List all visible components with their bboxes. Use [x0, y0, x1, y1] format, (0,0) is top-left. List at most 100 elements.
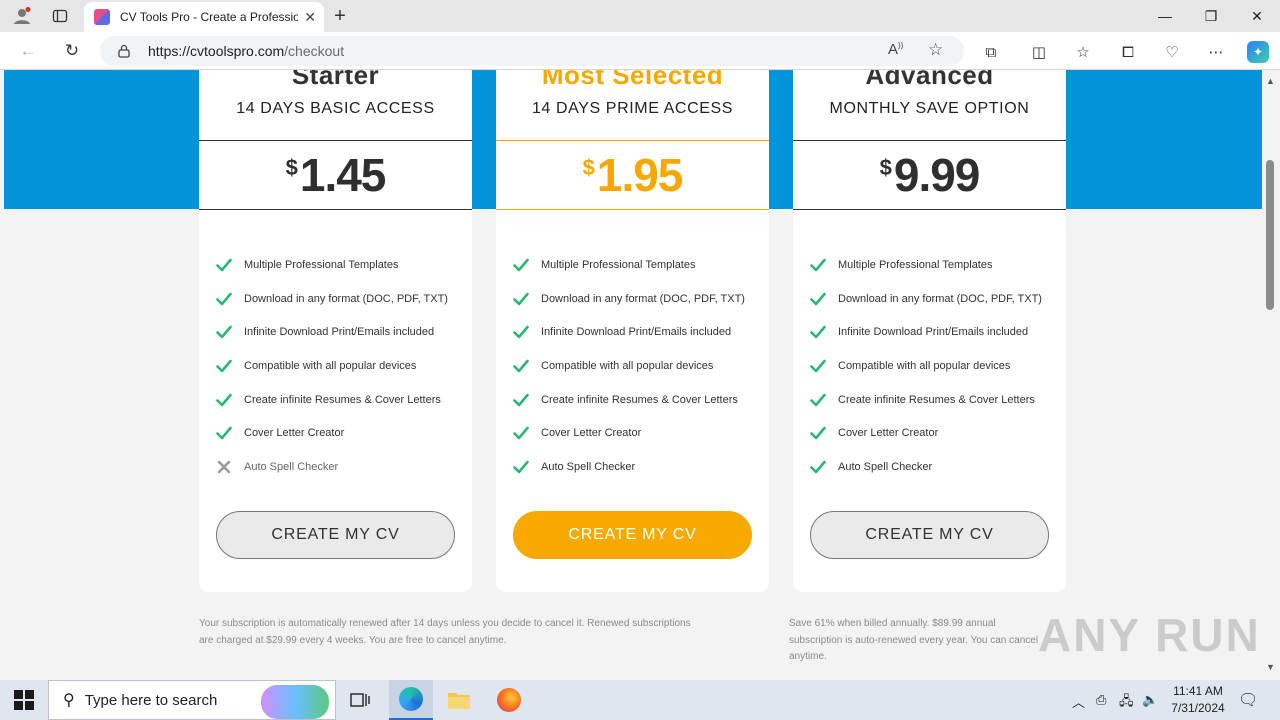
feature-item: Auto Spell Checker: [809, 450, 1042, 484]
feature-text: Infinite Download Print/Emails included: [541, 326, 732, 339]
favorites-icon[interactable]: ☆: [1072, 41, 1094, 63]
feature-item: Multiple Professional Templates: [215, 248, 448, 282]
feature-text: Infinite Download Print/Emails included: [244, 326, 435, 339]
profile-icon[interactable]: [10, 4, 34, 28]
plan-subtitle: 14 DAYS BASIC ACCESS: [236, 100, 435, 117]
annual-footnote: Save 61% when billed annually. $89.99 an…: [789, 618, 1039, 662]
read-aloud-icon[interactable]: A)): [888, 41, 903, 58]
currency-symbol: $: [285, 155, 298, 180]
feature-text: Cover Letter Creator: [838, 427, 939, 440]
plan-price: $ 1.95: [496, 140, 769, 210]
plan-card-advanced: Advanced MONTHLY SAVE OPTION $ 9.99 Mult…: [793, 70, 1066, 592]
lock-icon: [118, 44, 132, 58]
plan-card-starter: Starter 14 DAYS BASIC ACCESS $ 1.45 Mult…: [199, 70, 472, 592]
clock-time: 11:41 AM: [1173, 684, 1223, 698]
feature-text: Create infinite Resumes & Cover Letters: [541, 393, 738, 406]
feature-item: Compatible with all popular devices: [809, 349, 1042, 383]
favorite-star-icon[interactable]: ☆: [928, 40, 943, 60]
meet-now-icon[interactable]: ⎙: [1096, 692, 1106, 708]
windows-start-icon[interactable]: [14, 690, 34, 710]
url-field[interactable]: https://cvtoolspro.com/checkout: [100, 36, 964, 66]
check-icon: [215, 391, 233, 409]
feature-text: Multiple Professional Templates: [541, 258, 696, 271]
anyrun-watermark: ANY RUN: [1038, 609, 1261, 661]
feature-item: Compatible with all popular devices: [512, 349, 745, 383]
tab-cv-tools[interactable]: CV Tools Pro - Create a Profession ✕: [84, 2, 324, 32]
task-view-icon[interactable]: [338, 680, 382, 720]
feature-item: Infinite Download Print/Emails included: [512, 315, 745, 349]
collections-icon[interactable]: ⧠: [1117, 41, 1139, 63]
check-icon: [215, 424, 233, 442]
system-clock[interactable]: 11:41 AM 7/31/2024: [1160, 683, 1236, 717]
feature-item: Multiple Professional Templates: [809, 248, 1042, 282]
feature-text: Cover Letter Creator: [244, 427, 345, 440]
more-menu-icon[interactable]: ⋯: [1205, 41, 1227, 63]
scroll-down-icon[interactable]: ▼: [1266, 662, 1275, 672]
close-tab-icon[interactable]: ✕: [304, 9, 316, 26]
price-amount: 1.95: [596, 149, 684, 201]
check-icon: [512, 391, 530, 409]
browser-tab-bar: CV Tools Pro - Create a Profession ✕ + —…: [0, 0, 1280, 32]
feature-text: Auto Spell Checker: [244, 460, 339, 473]
close-window-icon[interactable]: ✕: [1234, 0, 1280, 32]
browser-essentials-icon[interactable]: ♡: [1161, 41, 1183, 63]
feature-item: Compatible with all popular devices: [215, 349, 448, 383]
feature-text: Multiple Professional Templates: [244, 258, 399, 271]
check-icon: [512, 424, 530, 442]
create-cv-button[interactable]: CREATE MY CV: [216, 511, 455, 559]
copilot-icon[interactable]: ✦: [1247, 41, 1269, 63]
split-screen-icon[interactable]: ◫: [1028, 41, 1050, 63]
notifications-icon[interactable]: 🗨: [1238, 690, 1258, 710]
minimize-icon[interactable]: —: [1142, 0, 1188, 32]
feature-item: Download in any format (DOC, PDF, TXT): [809, 282, 1042, 316]
feature-text: Auto Spell Checker: [838, 460, 933, 473]
currency-symbol: $: [582, 155, 595, 180]
check-icon: [512, 323, 530, 341]
create-cv-button[interactable]: CREATE MY CV: [810, 511, 1049, 559]
volume-icon[interactable]: 🔈: [1142, 692, 1158, 708]
feature-item: Download in any format (DOC, PDF, TXT): [215, 282, 448, 316]
new-tab-icon[interactable]: +: [328, 4, 352, 28]
feature-item: Create infinite Resumes & Cover Letters: [512, 383, 745, 417]
url-host: https://cvtoolspro.com: [148, 43, 285, 59]
feature-text: Create infinite Resumes & Cover Letters: [244, 393, 441, 406]
feature-text: Download in any format (DOC, PDF, TXT): [244, 292, 448, 305]
feature-text: Compatible with all popular devices: [244, 359, 417, 372]
plan-price: $ 1.45: [199, 140, 472, 210]
check-icon: [512, 458, 530, 476]
feature-text: Infinite Download Print/Emails included: [838, 326, 1029, 339]
renewal-footnote: Your subscription is automatically renew…: [199, 618, 691, 646]
extensions-icon[interactable]: ⧉: [980, 41, 1002, 63]
page-scrollbar[interactable]: ▲ ▼: [1262, 70, 1280, 680]
refresh-icon[interactable]: ↻: [60, 39, 84, 63]
cross-icon: [215, 458, 233, 476]
scroll-up-icon[interactable]: ▲: [1266, 76, 1275, 86]
tab-actions-icon[interactable]: [48, 4, 72, 28]
back-icon[interactable]: ←: [16, 39, 40, 63]
create-cv-button[interactable]: CREATE MY CV: [513, 511, 752, 559]
plan-name: Most Selected: [541, 70, 724, 90]
taskbar-search[interactable]: ⚲ Type here to search: [48, 680, 336, 720]
page-viewport: Starter 14 DAYS BASIC ACCESS $ 1.45 Mult…: [0, 70, 1262, 680]
feature-item: Cover Letter Creator: [809, 416, 1042, 450]
edge-taskbar-icon[interactable]: [389, 680, 433, 720]
scrollbar-thumb[interactable]: [1266, 160, 1274, 310]
show-hidden-icons[interactable]: ︿: [1072, 692, 1085, 711]
feature-item: Auto Spell Checker: [512, 450, 745, 484]
feature-item: Auto Spell Checker: [215, 450, 448, 484]
check-icon: [809, 357, 827, 375]
feature-item: Cover Letter Creator: [215, 416, 448, 450]
feature-item: Multiple Professional Templates: [512, 248, 745, 282]
restore-icon[interactable]: ❐: [1188, 0, 1234, 32]
check-icon: [512, 290, 530, 308]
site-favicon-icon: [94, 9, 110, 25]
file-explorer-icon[interactable]: [437, 680, 481, 720]
firefox-icon[interactable]: [487, 680, 531, 720]
check-icon: [809, 256, 827, 274]
network-icon[interactable]: 🖧: [1119, 692, 1134, 714]
plan-subtitle: 14 DAYS PRIME ACCESS: [531, 100, 734, 117]
feature-text: Compatible with all popular devices: [838, 359, 1011, 372]
feature-item: Cover Letter Creator: [512, 416, 745, 450]
feature-text: Download in any format (DOC, PDF, TXT): [838, 292, 1042, 305]
feature-item: Create infinite Resumes & Cover Letters: [809, 383, 1042, 417]
